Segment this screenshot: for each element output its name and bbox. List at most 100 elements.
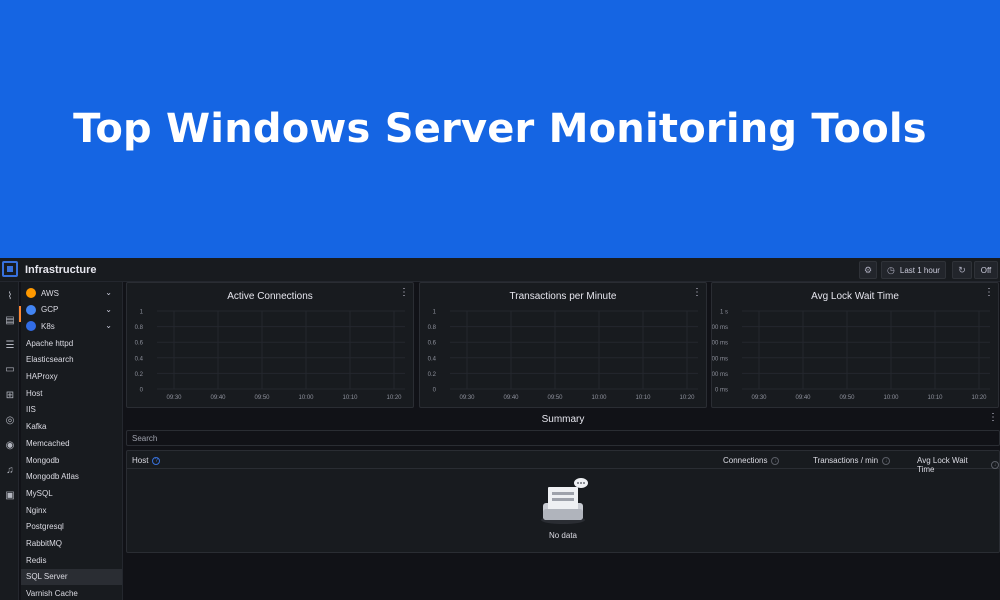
x-tick-label: 10:10 xyxy=(342,395,358,401)
panel-menu-icon[interactable]: ⋮ xyxy=(984,287,994,298)
panel-avg-lock-wait-time: 1 s 800 ms 600 ms 400 ms 200 ms 0 ms 09:30 09:4… xyxy=(711,282,999,408)
summary-menu-icon[interactable]: ⋮ xyxy=(988,412,998,423)
panel-menu-icon[interactable]: ⋮ xyxy=(692,287,702,298)
sidebar-item[interactable]: Nginx xyxy=(21,502,122,518)
y-tick-label: 1 s xyxy=(720,310,728,316)
time-range-label: Last 1 hour xyxy=(899,265,940,275)
y-tick-label: 0 ms xyxy=(715,388,728,394)
x-tick-label: 10:20 xyxy=(386,395,402,401)
auto-refresh-label: Off xyxy=(980,265,992,275)
integrations-sidebar: AWS ⌄ GCP ⌄ K8s ⌄ Apache httpd Elasticsearch HAP… xyxy=(21,282,123,600)
sidebar-item[interactable]: Memcached xyxy=(21,435,122,451)
apps-icon[interactable]: ⊞ xyxy=(4,389,16,401)
y-tick-label: 1 xyxy=(433,310,437,316)
settings-button[interactable]: ⚙ xyxy=(859,261,877,279)
column-transactions[interactable]: Transactions / min ↓ xyxy=(813,456,891,465)
banner-title: Top Windows Server Monitoring Tools xyxy=(73,106,927,152)
dashboard-icon[interactable]: ▣ xyxy=(4,489,16,501)
chart-icon[interactable]: ⌇ xyxy=(4,290,16,302)
panel-active-connections: 1 0.8 0.6 0.4 0.2 0 09:30 09:40 09:50 10:00 10:10 1… xyxy=(126,282,414,408)
refresh-button[interactable]: ↻ xyxy=(952,261,972,279)
sidebar-item-label: HAProxy xyxy=(26,372,58,381)
server-icon[interactable]: ☰ xyxy=(4,339,16,351)
sidebar-item[interactable]: Varnish Cache xyxy=(21,586,122,600)
time-range-picker[interactable]: ◷ Last 1 hour xyxy=(881,261,946,279)
bell-icon[interactable]: ♫ xyxy=(4,464,16,476)
x-tick-label: 09:50 xyxy=(839,395,855,401)
sidebar-item[interactable]: Elasticsearch xyxy=(21,352,122,368)
x-tick-label: 10:10 xyxy=(927,395,943,401)
sidebar-item[interactable]: AWS ⌄ xyxy=(21,285,122,301)
sidebar-item-label: Varnish Cache xyxy=(26,589,78,599)
sidebar-item-label: Mongodb xyxy=(26,455,60,465)
card-icon[interactable]: ▭ xyxy=(4,363,16,375)
column-connections-label: Connections xyxy=(723,456,768,465)
page-title: Infrastructure xyxy=(25,264,97,276)
sidebar-item-label: SQL Server xyxy=(26,572,68,582)
summary-title: Summary xyxy=(541,414,585,425)
auto-refresh-picker[interactable]: Off xyxy=(974,261,998,279)
sidebar-item[interactable]: Kafka xyxy=(21,419,122,435)
k8s-icon xyxy=(26,321,36,332)
x-tick-label: 10:00 xyxy=(883,395,899,401)
x-tick-label: 10:00 xyxy=(591,395,607,401)
sort-icon[interactable]: ↓ xyxy=(771,456,780,465)
y-tick-label: 0.8 xyxy=(428,325,437,331)
y-tick-label: 0.4 xyxy=(135,356,144,362)
sidebar-item[interactable]: SQL Server xyxy=(21,568,122,585)
chevron-down-icon[interactable]: ⌄ xyxy=(105,321,112,330)
y-tick-label: 600 ms xyxy=(712,341,728,347)
column-lock-wait[interactable]: Avg Lock Wait Time ↓ xyxy=(917,456,999,474)
sidebar-item[interactable]: Mongodb Atlas xyxy=(21,469,122,485)
sidebar-item-label: Host xyxy=(26,388,43,398)
sidebar-item[interactable]: RabbitMQ xyxy=(21,536,122,552)
sidebar-item-label: Elasticsearch xyxy=(26,355,74,365)
sidebar-item[interactable]: Redis xyxy=(21,552,122,568)
target-icon[interactable]: ◉ xyxy=(4,439,16,451)
sort-icon[interactable]: ↓ xyxy=(991,461,999,469)
info-icon[interactable]: ? xyxy=(152,456,161,465)
sidebar-item-label: GCP xyxy=(41,305,59,315)
panel-transactions-per-minute: 1 0.8 0.6 0.4 0.2 0 09:30 09:40 09:50 10:00 10:10 1… xyxy=(419,282,707,408)
y-tick-label: 0.8 xyxy=(135,325,144,331)
app-logo-icon[interactable] xyxy=(2,261,18,277)
sidebar-item[interactable]: IIS xyxy=(21,402,122,418)
column-host-label: Host xyxy=(132,456,149,465)
gcp-icon xyxy=(26,304,36,315)
sort-icon[interactable]: ↓ xyxy=(882,456,891,465)
nav-rail: ⌇ ▤ ☰ ▭ ⊞ ◎ ◉ ♫ ▣ xyxy=(0,282,19,600)
column-connections[interactable]: Connections ↓ xyxy=(723,456,780,465)
clock-icon: ◷ xyxy=(887,264,895,275)
x-tick-label: 10:20 xyxy=(679,395,695,401)
sidebar-item[interactable]: GCP ⌄ xyxy=(21,302,122,318)
empty-state-text: No data xyxy=(548,531,578,540)
table-header: Host ? Connections ↓ Transactions / min … xyxy=(127,451,999,474)
y-tick-label: 1 xyxy=(140,310,144,316)
sidebar-item[interactable]: Mongodb xyxy=(21,452,122,468)
search-input[interactable] xyxy=(126,430,1000,446)
search-doc-icon[interactable]: ▤ xyxy=(4,314,16,326)
y-tick-label: 0.2 xyxy=(135,372,144,378)
sidebar-item-label: Memcached xyxy=(26,438,70,448)
sidebar-item[interactable]: K8s ⌄ xyxy=(21,318,122,334)
x-tick-label: 09:50 xyxy=(254,395,270,401)
y-tick-label: 200 ms xyxy=(712,372,728,378)
sidebar-item-label: Nginx xyxy=(26,505,47,515)
y-tick-label: 0.6 xyxy=(135,341,144,347)
panel-menu-icon[interactable]: ⋮ xyxy=(399,287,409,298)
column-host[interactable]: Host ? xyxy=(132,456,161,465)
sidebar-item[interactable]: Postgresql xyxy=(21,519,122,535)
compass-icon[interactable]: ◎ xyxy=(4,414,16,426)
sidebar-item[interactable]: Apache httpd xyxy=(21,335,122,351)
y-tick-label: 800 ms xyxy=(712,325,728,331)
sidebar-item[interactable]: Host xyxy=(21,385,122,401)
banner: Top Windows Server Monitoring Tools xyxy=(0,0,1000,258)
refresh-icon: ↻ xyxy=(958,264,966,275)
chevron-down-icon[interactable]: ⌄ xyxy=(105,288,112,297)
sidebar-item-label: Redis xyxy=(26,555,47,565)
sidebar-item[interactable]: MySQL xyxy=(21,485,122,501)
sidebar-item[interactable]: HAProxy xyxy=(21,369,122,385)
y-tick-label: 0.4 xyxy=(428,356,437,362)
x-tick-label: 10:10 xyxy=(635,395,651,401)
chevron-down-icon[interactable]: ⌄ xyxy=(105,305,112,314)
